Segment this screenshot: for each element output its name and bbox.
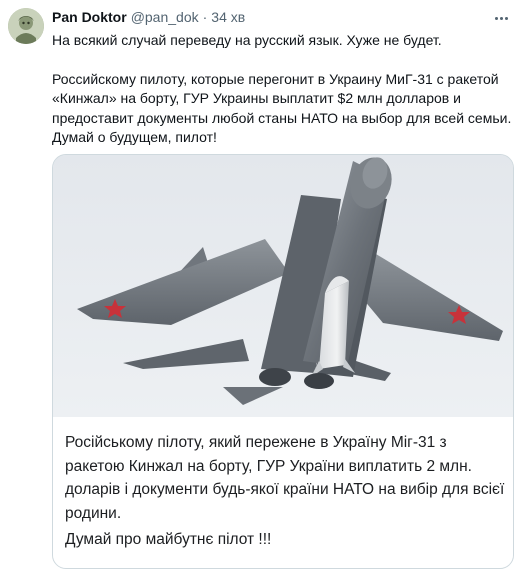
- user-handle[interactable]: @pan_dok: [131, 9, 199, 25]
- tweet-paragraph: Российскому пилоту, которые перегонит в …: [52, 70, 512, 146]
- avatar-image: [8, 8, 44, 44]
- more-dots-icon[interactable]: [490, 10, 512, 26]
- display-name[interactable]: Pan Doktor: [52, 9, 127, 25]
- tweet-paragraph: На всякий случай переведу на русский язы…: [52, 32, 442, 48]
- image-caption-closing: Думай про майбутнє пілот !!!: [65, 531, 272, 548]
- tweet-header: Pan Doktor @pan_dok · 34 хв: [52, 9, 245, 27]
- media-card[interactable]: Російському пілоту, який пережене в Укра…: [52, 154, 514, 569]
- aircraft-photo: [53, 155, 513, 417]
- image-caption: Російському пілоту, який пережене в Укра…: [65, 434, 505, 522]
- tweet-text: На всякий случай переведу на русский язы…: [52, 31, 514, 148]
- separator-dot: ·: [202, 9, 208, 25]
- timestamp[interactable]: 34 хв: [211, 9, 245, 25]
- tweet: Pan Doktor @pan_dok · 34 хв На всякий сл…: [0, 0, 522, 569]
- avatar[interactable]: [8, 8, 44, 44]
- image-caption-box: Російському пілоту, який пережене в Укра…: [53, 417, 513, 568]
